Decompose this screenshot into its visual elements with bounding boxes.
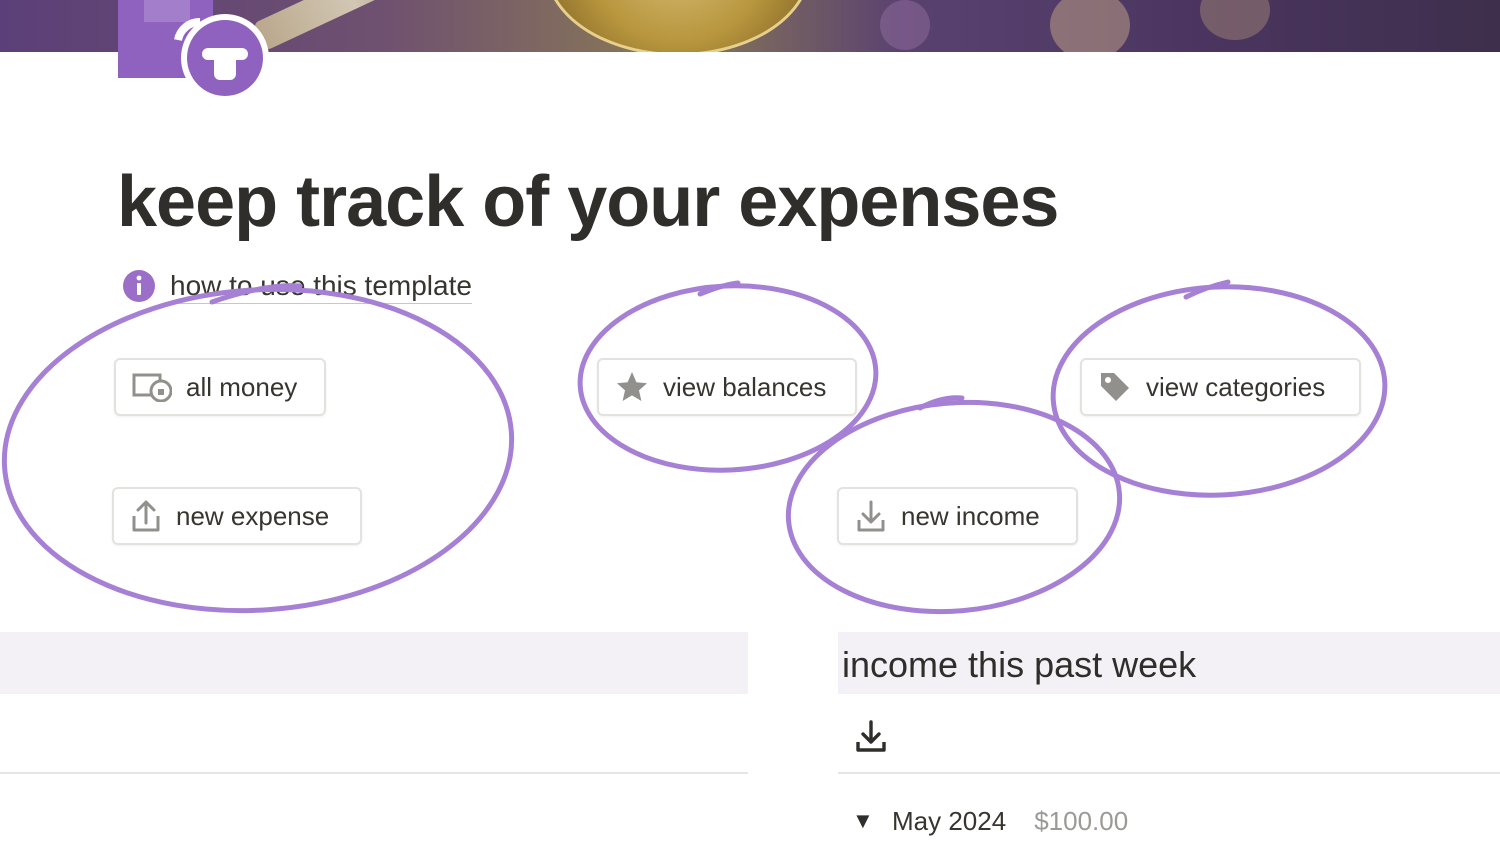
- section-header-band: [0, 632, 748, 694]
- divider: [838, 772, 1500, 774]
- group-amount: $100.00: [1034, 805, 1129, 836]
- highlight-stroke: [697, 280, 741, 297]
- upload-icon: [132, 500, 160, 532]
- highlight-stroke: [1183, 279, 1231, 300]
- info-icon: [123, 270, 155, 302]
- bokeh-light: [1200, 0, 1270, 40]
- divider: [0, 772, 748, 774]
- view-balances-button[interactable]: view balances: [597, 358, 857, 416]
- caret-down-icon[interactable]: ▼: [852, 808, 874, 834]
- all-money-label: all money: [186, 371, 298, 402]
- group-row[interactable]: ▼ May 2024 $100.00: [852, 800, 1128, 842]
- tag-icon: [1101, 373, 1129, 401]
- page-title: keep track of your expenses: [117, 162, 1059, 242]
- view-categories-button[interactable]: view categories: [1080, 358, 1361, 416]
- highlight-annotations: [1, 279, 1388, 615]
- coin-shape: [545, 0, 811, 52]
- new-expense-button[interactable]: new expense: [112, 487, 362, 545]
- key-shape: [253, 0, 447, 51]
- bokeh-light: [880, 0, 930, 50]
- star-icon: [617, 372, 647, 401]
- income-section-title: income this past week: [842, 644, 1197, 685]
- bokeh-light: [1050, 0, 1130, 52]
- howto-link[interactable]: how to use this template: [170, 269, 472, 304]
- group-label: May 2024: [892, 805, 1007, 836]
- new-expense-label: new expense: [176, 500, 330, 531]
- view-balances-label: view balances: [663, 371, 827, 402]
- highlight-stroke: [917, 395, 965, 411]
- new-income-label: new income: [901, 500, 1040, 531]
- new-income-button[interactable]: new income: [837, 487, 1078, 545]
- view-categories-label: view categories: [1146, 371, 1326, 402]
- download-icon: [857, 500, 885, 532]
- download-icon[interactable]: [854, 718, 888, 754]
- page-icon: [118, 0, 269, 102]
- money-cycle-icon: [132, 373, 172, 402]
- highlight-circle: [1, 286, 515, 614]
- howto-row[interactable]: how to use this template: [122, 266, 472, 306]
- all-money-button[interactable]: all money: [114, 358, 326, 416]
- money-cycle-icon: [118, 0, 269, 102]
